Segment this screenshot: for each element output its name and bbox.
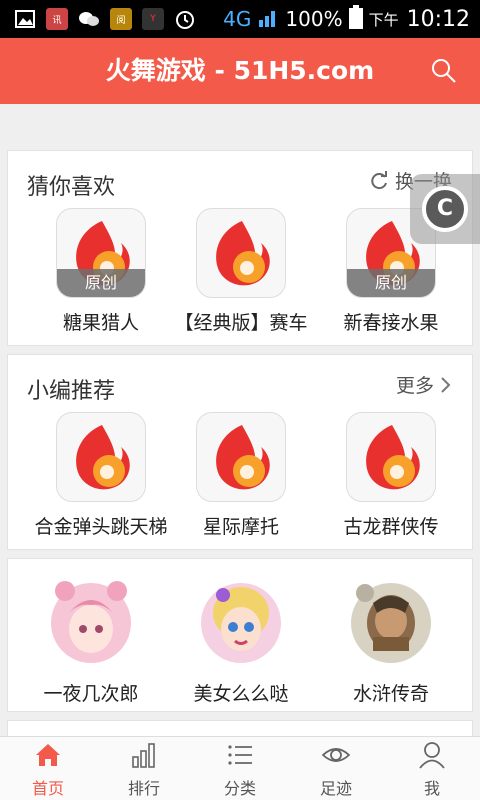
game-name: 水浒传奇 (352, 683, 429, 705)
featured-tile[interactable]: 一夜几次郎 (16, 573, 166, 706)
eye-icon (322, 748, 350, 762)
battery-icon (348, 4, 363, 34)
search-icon (432, 59, 456, 83)
doll-avatar (201, 583, 281, 663)
game-name: 古龙群侠传 (343, 516, 439, 538)
game-tile[interactable]: 【经典版】赛车 (166, 208, 316, 335)
wechat-icon (78, 8, 100, 30)
avatar (343, 573, 439, 669)
flame-logo-icon (366, 425, 420, 490)
clock: 10:12 (406, 6, 470, 32)
app-icon: 阅 (110, 8, 132, 30)
chevron-right-icon (441, 376, 451, 393)
section-title: 猜你喜欢 (27, 175, 116, 200)
warrior-avatar (351, 583, 431, 663)
game-tile[interactable]: 合金弹头跳天梯 (26, 412, 176, 539)
featured-section: 一夜几次郎 美女么么哒 水浒传奇 (7, 558, 473, 712)
status-bar: 讯 阅 Y 4G 100% 下午 10:12 (0, 0, 480, 38)
app-header: 火舞游戏 - 51H5.com (0, 38, 480, 104)
game-tile[interactable]: 原创 糖果猎人 (26, 208, 176, 335)
nav-label: 首页 (31, 779, 64, 798)
time-period: 下午 (368, 10, 399, 29)
section-title: 小编推荐 (27, 379, 116, 404)
more-button[interactable]: 更多 (396, 371, 452, 398)
network-type: 4G (223, 7, 252, 31)
youku-icon: Y (142, 8, 164, 30)
guess-you-like-section: 猜你喜欢 换一换 原创 糖果猎人 【经典版】赛车 (7, 150, 473, 346)
nav-item-home[interactable]: 首页 (0, 737, 96, 800)
nav-label: 分类 (223, 779, 256, 798)
avatar (43, 573, 139, 669)
nav-label: 足迹 (319, 779, 352, 798)
game-name: 糖果猎人 (62, 312, 139, 334)
game-icon (346, 412, 436, 502)
nav-label: 我 (423, 779, 440, 798)
game-name: 一夜几次郎 (43, 683, 139, 705)
game-icon (196, 412, 286, 502)
original-badge: 原创 (57, 269, 145, 297)
game-icon: 原创 (56, 208, 146, 298)
game-name: 星际摩托 (202, 516, 279, 538)
refresh-icon (371, 170, 387, 189)
home-icon (36, 744, 60, 766)
anime-girl-avatar (51, 581, 131, 663)
editor-picks-section: 小编推荐 更多 合金弹头跳天梯 星际摩托 古龙群侠传 (7, 354, 473, 550)
game-tile[interactable]: 古龙群侠传 (316, 412, 466, 539)
game-name: 合金弹头跳天梯 (34, 516, 168, 538)
signal-icon (257, 6, 279, 33)
featured-tile[interactable]: 水浒传奇 (316, 573, 466, 706)
rank-icon (132, 743, 155, 768)
floating-assistant-button[interactable]: C (410, 174, 480, 244)
game-name: 美女么么哒 (193, 683, 289, 705)
image-icon (14, 8, 36, 30)
game-name: 新春接水果 (343, 312, 439, 334)
game-icon (196, 208, 286, 298)
news-app-icon: 讯 (46, 8, 68, 30)
nav-item-me[interactable]: 我 (384, 737, 480, 800)
page-title: 火舞游戏 - 51H5.com (105, 56, 375, 85)
featured-tile[interactable]: 美女么么哒 (166, 573, 316, 706)
category-icon (228, 745, 252, 765)
alarm-icon (174, 8, 196, 30)
nav-item-category[interactable]: 分类 (192, 737, 288, 800)
more-label: 更多 (395, 375, 434, 397)
game-tile[interactable]: 星际摩托 (166, 412, 316, 539)
notification-icons: 讯 阅 Y (14, 7, 196, 31)
battery-level: 100% (285, 7, 343, 31)
nav-item-history[interactable]: 足迹 (288, 737, 384, 800)
original-badge: 原创 (347, 269, 435, 297)
user-icon (419, 742, 445, 769)
nav-item-ranking[interactable]: 排行 (96, 737, 192, 800)
flame-logo-icon (216, 221, 270, 286)
system-status: 4G 100% 下午 10:12 (223, 4, 470, 34)
c-icon: C (422, 186, 468, 232)
game-name: 【经典版】赛车 (174, 312, 308, 334)
search-button[interactable] (430, 57, 458, 85)
avatar (193, 573, 289, 669)
bottom-navigation: 首页 排行 分类 足迹 我 (0, 736, 480, 800)
flame-logo-icon (76, 425, 130, 490)
flame-logo-icon (216, 425, 270, 490)
game-icon (56, 412, 146, 502)
nav-label: 排行 (127, 779, 160, 798)
